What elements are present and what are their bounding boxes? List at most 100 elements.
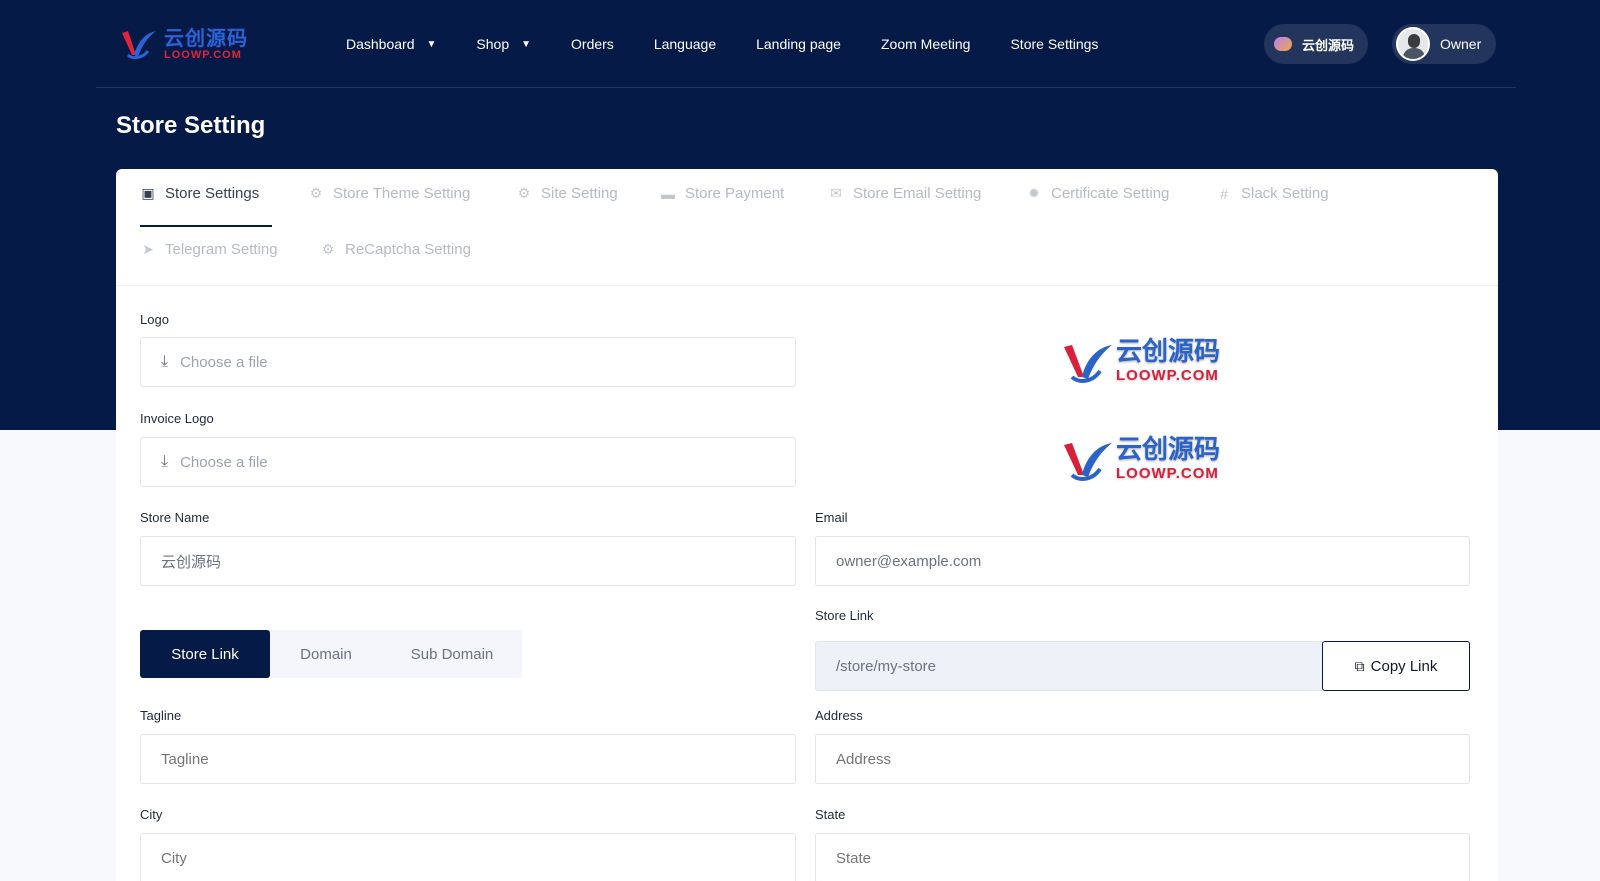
tab-label: Certificate Setting: [1051, 185, 1170, 202]
invoice-logo-file-input[interactable]: ⤓ Choose a file: [140, 437, 796, 487]
preview-brand-en: LOOWP.COM: [1116, 367, 1219, 384]
tab-slack-setting[interactable]: # Slack Setting: [1216, 185, 1329, 202]
copy-link-label: Copy Link: [1370, 657, 1438, 675]
logo-file-input[interactable]: ⤓ Choose a file: [140, 337, 796, 387]
link-type-switch: Store Link Domain Sub Domain: [140, 630, 522, 678]
gear-icon: ⚙: [321, 241, 335, 257]
store-link-value: /store/my-store: [836, 657, 937, 675]
copy-icon: ⧉: [1354, 657, 1365, 674]
menu-orders-label: Orders: [571, 36, 614, 52]
top-navbar: 云创源码 LOOWP.COM Dashboard ▼ Shop ▼ Orders…: [96, 0, 1516, 88]
settings-card: ▣ Store Settings ⚙ Store Theme Setting ⚙…: [116, 169, 1498, 881]
logo-file-text: Choose a file: [180, 353, 268, 371]
menu-orders[interactable]: Orders: [571, 36, 614, 52]
tab-label: Store Email Setting: [853, 185, 982, 202]
city-label: City: [140, 807, 163, 822]
upload-icon: ⤓: [161, 353, 169, 370]
email-label: Email: [815, 510, 848, 525]
copy-link-button[interactable]: ⧉ Copy Link: [1322, 641, 1470, 691]
gear-icon: ⚙: [517, 185, 531, 201]
menu-language-label: Language: [653, 36, 717, 52]
brand-logo-icon: [1064, 345, 1112, 383]
menu-shop[interactable]: Shop ▼: [476, 36, 531, 52]
tab-store-theme-setting[interactable]: ⚙ Store Theme Setting: [308, 185, 471, 202]
tab-label: Site Setting: [541, 185, 618, 202]
settings-tabs: ▣ Store Settings ⚙ Store Theme Setting ⚙…: [140, 169, 1480, 285]
menu-dashboard-label: Dashboard: [346, 36, 415, 52]
user-name: Owner: [1440, 36, 1482, 52]
link-type-store-link[interactable]: Store Link: [140, 630, 270, 678]
menu-store-settings[interactable]: Store Settings: [1010, 36, 1098, 52]
store-name-label: Store Name: [140, 510, 210, 525]
logo-preview: 云创源码 LOOWP.COM: [1060, 333, 1230, 389]
main-menu: Dashboard ▼ Shop ▼ Orders Language Landi…: [346, 0, 1138, 88]
link-type-label: Sub Domain: [410, 645, 494, 663]
brand-logo-icon: [122, 31, 156, 60]
tab-store-settings[interactable]: ▣ Store Settings: [140, 185, 259, 202]
email-input[interactable]: owner@example.com: [815, 536, 1470, 586]
menu-shop-label: Shop: [476, 36, 510, 52]
brand-name-cn: 云创源码: [164, 25, 248, 50]
user-menu[interactable]: Owner: [1392, 24, 1496, 64]
workspace-icon: [1274, 37, 1292, 51]
address-input[interactable]: [815, 734, 1470, 784]
link-type-domain[interactable]: Domain: [270, 630, 382, 678]
invoice-logo-file-text: Choose a file: [180, 453, 268, 471]
chevron-down-icon: ▼: [426, 38, 437, 50]
link-type-label: Domain: [300, 645, 352, 663]
money-icon: ▬: [661, 185, 675, 202]
tagline-input[interactable]: [140, 734, 796, 784]
workspace-switcher[interactable]: 云创源码: [1264, 24, 1368, 64]
state-label: State: [815, 807, 846, 822]
store-name-value: 云创源码: [161, 553, 222, 571]
tab-store-payment[interactable]: ▬ Store Payment: [660, 185, 784, 202]
store-name-input[interactable]: 云创源码: [140, 536, 796, 586]
store-icon: ▣: [141, 185, 155, 201]
invoice-logo-label: Invoice Logo: [140, 411, 214, 426]
tab-label: Store Theme Setting: [333, 185, 471, 202]
tab-store-email-setting[interactable]: ✉ Store Email Setting: [828, 185, 981, 202]
gear-icon: ⚙: [309, 185, 323, 201]
link-type-label: Store Link: [171, 645, 239, 663]
menu-language[interactable]: Language: [654, 36, 716, 52]
preview-brand-en: LOOWP.COM: [1116, 465, 1219, 482]
tab-label: Store Payment: [685, 185, 785, 202]
envelope-icon: ✉: [830, 185, 842, 201]
tab-label: Slack Setting: [1241, 185, 1329, 202]
logo-label: Logo: [140, 312, 169, 327]
preview-brand-cn: 云创源码: [1116, 337, 1221, 367]
tab-recaptcha-setting[interactable]: ⚙ ReCaptcha Setting: [320, 241, 471, 258]
menu-zoom-meeting-label: Zoom Meeting: [880, 36, 971, 52]
store-link-input[interactable]: /store/my-store: [815, 641, 1323, 691]
tab-telegram-setting[interactable]: ➤ Telegram Setting: [140, 241, 278, 258]
menu-landing-page-label: Landing page: [756, 36, 841, 52]
tab-label: Telegram Setting: [165, 241, 278, 258]
workspace-label: 云创源码: [1302, 37, 1355, 53]
email-value: owner@example.com: [836, 552, 982, 570]
badge-icon: ✹: [1028, 185, 1040, 201]
tab-certificate-setting[interactable]: ✹ Certificate Setting: [1026, 185, 1169, 202]
tab-label: ReCaptcha Setting: [345, 241, 471, 258]
store-link-label: Store Link: [815, 608, 874, 623]
city-input[interactable]: [140, 833, 796, 881]
menu-dashboard[interactable]: Dashboard ▼: [346, 36, 436, 52]
brand-logo-icon: [1064, 443, 1112, 481]
upload-icon: ⤓: [161, 453, 169, 470]
tab-label: Store Settings: [165, 185, 260, 202]
menu-store-settings-label: Store Settings: [1010, 36, 1099, 52]
tab-site-setting[interactable]: ⚙ Site Setting: [516, 185, 618, 202]
page-title: Store Setting: [116, 112, 266, 139]
tagline-label: Tagline: [140, 708, 182, 723]
chevron-down-icon: ▼: [521, 38, 532, 50]
menu-zoom-meeting[interactable]: Zoom Meeting: [881, 36, 970, 52]
link-type-sub-domain[interactable]: Sub Domain: [382, 630, 522, 678]
brand-name-en: LOOWP.COM: [164, 48, 242, 61]
paper-plane-icon: ➤: [142, 241, 154, 257]
slack-icon: #: [1220, 185, 1228, 202]
brand-logo[interactable]: 云创源码 LOOWP.COM: [118, 24, 250, 64]
menu-landing-page[interactable]: Landing page: [756, 36, 841, 52]
preview-brand-cn: 云创源码: [1116, 435, 1221, 465]
address-label: Address: [815, 708, 863, 723]
invoice-logo-preview: 云创源码 LOOWP.COM: [1060, 431, 1230, 487]
state-input[interactable]: [815, 833, 1470, 881]
